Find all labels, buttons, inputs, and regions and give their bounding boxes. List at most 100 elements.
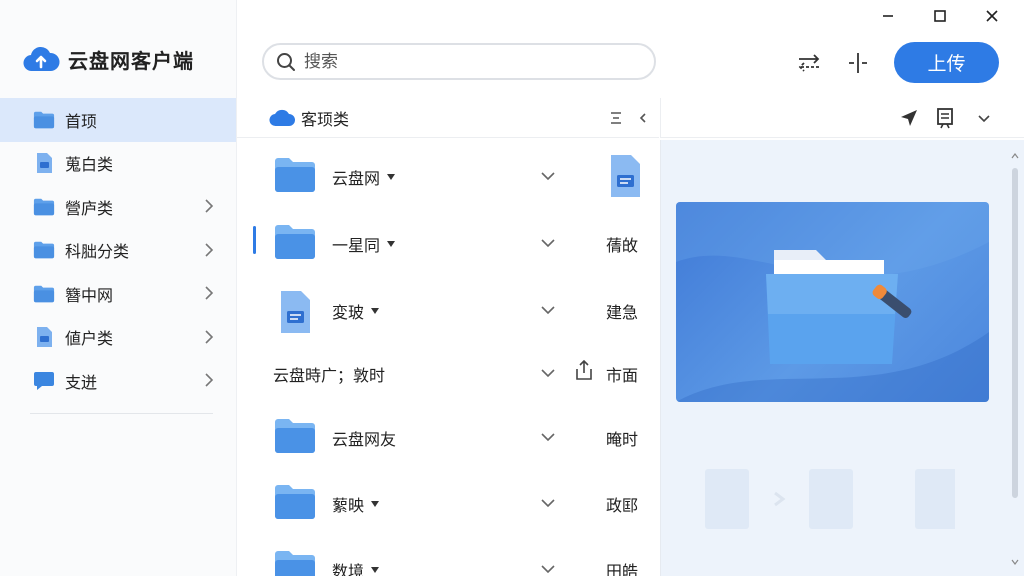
search-box[interactable] — [262, 43, 656, 80]
brand: 云盘网客户端 — [22, 44, 194, 74]
sidebar: 云盘网客户端 首顼 蒐白类營庐类科胐分类簪中网値户类 支迸 — [0, 0, 237, 576]
scrollbar-track — [1011, 153, 1019, 565]
chevron-down-icon[interactable] — [540, 497, 556, 509]
search-icon — [277, 52, 295, 71]
sidebar-nav: 首顼 蒐白类營庐类科胐分类簪中网値户类 支迸 — [0, 98, 236, 403]
file-name-text: 蕠映 — [332, 496, 365, 515]
folder-icon — [33, 239, 55, 261]
file-row[interactable]: 蕠映 政邼 — [237, 470, 659, 534]
file-meta: 田皓 — [606, 562, 639, 576]
file-thumbnail — [603, 153, 647, 203]
list-header: 客顼类 — [237, 98, 659, 138]
sidebar-item-1[interactable]: 蒐白类 — [0, 142, 236, 186]
list-view-icon[interactable] — [609, 111, 623, 125]
chevron-right-icon — [205, 199, 214, 213]
chevron-down-icon[interactable] — [540, 304, 556, 316]
folder-illustration — [676, 202, 989, 402]
row-expand[interactable] — [540, 494, 556, 513]
file-row[interactable]: 一星同 蒨敀 — [237, 210, 659, 274]
search-input[interactable] — [304, 51, 624, 72]
row-expand[interactable] — [540, 560, 556, 576]
sidebar-item-5[interactable]: 値户类 — [0, 316, 236, 360]
sidebar-item-4[interactable]: 簪中网 — [0, 272, 236, 316]
transfer-arrows-icon — [798, 54, 820, 72]
document-icon — [33, 152, 55, 174]
file-row[interactable]: 数境 田皓 — [237, 536, 659, 576]
file-meta: 市面 — [606, 366, 639, 385]
send-icon[interactable] — [899, 108, 919, 128]
file-name: 変玻 — [332, 299, 380, 323]
note-icon[interactable] — [935, 107, 955, 129]
expand-chevron[interactable] — [204, 285, 214, 305]
sidebar-item-0[interactable]: 首顼 — [0, 98, 236, 142]
preview-image — [676, 202, 989, 402]
transfer-button[interactable] — [794, 48, 824, 78]
list-title: 客顼类 — [301, 109, 350, 129]
sidebar-item-label: 簪中网 — [65, 285, 114, 305]
dropdown-caret-icon[interactable] — [386, 240, 396, 248]
chevron-down-icon[interactable] — [540, 237, 556, 249]
folder-icon — [33, 283, 55, 305]
share-icon[interactable] — [573, 359, 595, 385]
maximize-button[interactable] — [914, 4, 966, 28]
row-expand[interactable] — [540, 428, 556, 447]
preview-pane — [660, 140, 1024, 576]
row-expand[interactable] — [540, 301, 556, 320]
collapse-left-icon[interactable] — [638, 111, 648, 125]
window-controls — [862, 4, 1018, 28]
chevron-down-icon[interactable] — [540, 431, 556, 443]
file-name: 蕠映 — [332, 492, 380, 516]
chevron-right-icon — [205, 286, 214, 300]
file-meta: 蒨敀 — [606, 236, 639, 255]
file-meta: 晻时 — [606, 430, 639, 449]
row-expand[interactable] — [540, 234, 556, 253]
dropdown-caret-icon[interactable] — [370, 307, 380, 315]
dropdown-caret-icon[interactable] — [386, 173, 396, 181]
chevron-right-icon — [205, 373, 214, 387]
chat-icon — [33, 370, 55, 392]
file-name-text: 云盘時广；敦时 — [273, 366, 386, 385]
expand-chevron[interactable] — [204, 372, 214, 392]
expand-chevron[interactable] — [204, 242, 214, 262]
split-icon — [849, 53, 867, 73]
file-name-text: 変玻 — [332, 303, 365, 322]
minimize-button[interactable] — [862, 4, 914, 28]
file-row[interactable]: 云盘网 — [237, 143, 659, 207]
row-expand[interactable] — [540, 364, 556, 383]
sidebar-item-label: 科胐分类 — [65, 242, 130, 262]
folder-icon — [273, 416, 317, 456]
sidebar-item-label: 營庐类 — [65, 198, 114, 218]
sidebar-divider — [30, 413, 213, 414]
file-meta: 建急 — [606, 303, 639, 322]
folder-icon — [33, 196, 55, 218]
file-list: 云盘网 一星同 蒨敀変玻 建急云盘時广；敦时 市面云盘网友 晻时蕠映 政邼数境 田皓 — [237, 140, 659, 576]
folder-icon — [273, 548, 317, 576]
expand-chevron[interactable] — [204, 329, 214, 349]
folder-icon — [273, 222, 317, 262]
file-row[interactable]: 云盘時广；敦时 市面 — [237, 340, 659, 404]
chevron-down-icon[interactable] — [540, 367, 556, 379]
chevron-down-icon[interactable] — [977, 112, 991, 124]
folder-icon — [33, 109, 55, 131]
sidebar-item-3[interactable]: 科胐分类 — [0, 229, 236, 273]
preview-scrollbar[interactable] — [1010, 150, 1020, 570]
sidebar-item-2[interactable]: 營庐类 — [0, 185, 236, 229]
close-button[interactable] — [966, 4, 1018, 28]
dropdown-caret-icon[interactable] — [370, 566, 380, 574]
preview-toolbar — [660, 98, 1024, 138]
cloud-icon — [269, 109, 295, 126]
row-expand[interactable] — [540, 167, 556, 186]
chevron-down-icon[interactable] — [540, 170, 556, 182]
file-meta: 政邼 — [606, 496, 639, 515]
file-name: 数境 — [332, 558, 380, 576]
chevron-right-icon — [205, 242, 214, 257]
split-view-button[interactable] — [843, 48, 873, 78]
file-row[interactable]: 云盘网友 晻时 — [237, 404, 659, 468]
file-row[interactable]: 変玻 建急 — [237, 277, 659, 341]
dropdown-caret-icon[interactable] — [370, 500, 380, 508]
upload-button[interactable]: 上传 — [894, 42, 999, 83]
sidebar-item-6[interactable]: 支迸 — [0, 359, 236, 403]
chevron-down-icon[interactable] — [540, 563, 556, 575]
expand-chevron[interactable] — [204, 198, 214, 218]
app-title: 云盘网客户端 — [68, 48, 194, 73]
